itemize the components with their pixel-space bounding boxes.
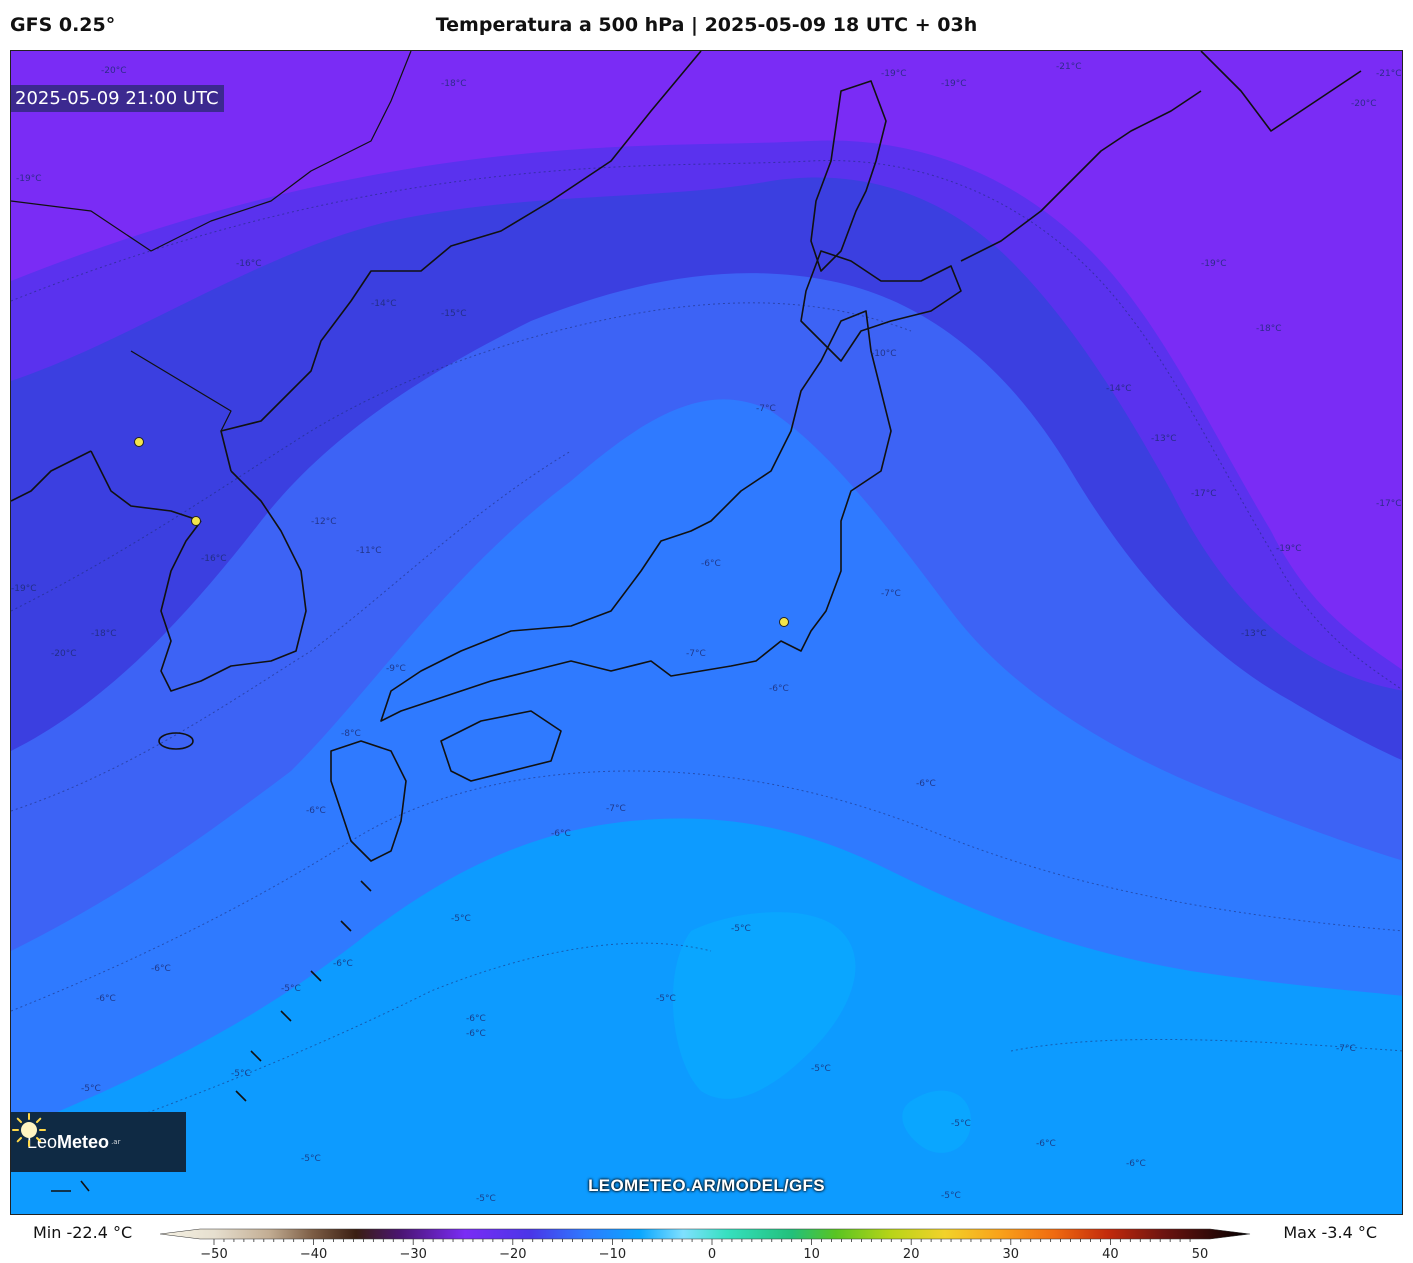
- contour-label: -5°C: [731, 924, 751, 934]
- contour-label: -11°C: [356, 546, 381, 556]
- contour-label: -5°C: [656, 994, 676, 1004]
- contour-label: -20°C: [101, 66, 126, 76]
- scale-tick-label: 40: [1102, 1247, 1119, 1262]
- color-scale: −50 −40 −30 −20 −10 0 10 20 30 40 50: [160, 1228, 1251, 1262]
- contour-label: -6°C: [769, 684, 789, 694]
- contour-label: -10°C: [871, 349, 896, 359]
- contour-label: -17°C: [1191, 489, 1216, 499]
- contour-label: -5°C: [451, 914, 471, 924]
- contour-label: -18°C: [1256, 324, 1281, 334]
- contour-label: -16°C: [201, 554, 226, 564]
- scale-tick-label: −50: [200, 1247, 227, 1262]
- city-marker[interactable]: [779, 617, 789, 627]
- contour-label: -14°C: [371, 299, 396, 309]
- color-bar: [160, 1228, 1251, 1240]
- contour-label: -6°C: [466, 1029, 486, 1039]
- contour-label: -18°C: [91, 629, 116, 639]
- contour-label: -19°C: [16, 174, 41, 184]
- legend-min: Min -22.4 °C: [33, 1223, 133, 1242]
- scale-tick-label: 20: [903, 1247, 920, 1262]
- contour-label: -5°C: [281, 984, 301, 994]
- contour-label: -21°C: [1376, 69, 1401, 79]
- legend-max: Max -3.4 °C: [1283, 1223, 1377, 1242]
- contour-label: -7°C: [756, 404, 776, 414]
- contour-label: -19°C: [1201, 259, 1226, 269]
- contour-label: -17°C: [1376, 499, 1401, 509]
- contour-label: -6°C: [151, 964, 171, 974]
- contour-label: -15°C: [441, 309, 466, 319]
- city-marker[interactable]: [134, 437, 144, 447]
- temperature-map[interactable]: -20°C -18°C -19°C -19°C -21°C -21°C -20°…: [10, 50, 1403, 1215]
- contour-label: -5°C: [301, 1154, 321, 1164]
- scale-tick-label: 0: [708, 1247, 716, 1262]
- contour-label: -19°C: [941, 79, 966, 89]
- contour-label: -7°C: [686, 649, 706, 659]
- contour-label: -9°C: [386, 664, 406, 674]
- website-watermark: LEOMETEO.AR/MODEL/GFS: [588, 1176, 825, 1195]
- scale-tick-label: 10: [803, 1247, 820, 1262]
- contour-label: -6°C: [466, 1014, 486, 1024]
- valid-time-badge: 2025-05-09 21:00 UTC: [11, 85, 224, 112]
- contour-label: -6°C: [701, 559, 721, 569]
- city-marker[interactable]: [191, 516, 201, 526]
- contour-label: -5°C: [81, 1084, 101, 1094]
- contour-label: -6°C: [333, 959, 353, 969]
- page-title: Temperatura a 500 hPa | 2025-05-09 18 UT…: [435, 14, 978, 36]
- scale-tick-label: 50: [1192, 1247, 1209, 1262]
- contour-label: -8°C: [341, 729, 361, 739]
- contour-label: -6°C: [1036, 1139, 1056, 1149]
- contour-label: -18°C: [441, 79, 466, 89]
- contour-label: -6°C: [551, 829, 571, 839]
- logo-tld: .ar: [111, 1138, 121, 1146]
- contour-label: -13°C: [1241, 629, 1266, 639]
- contour-label: -13°C: [1151, 434, 1176, 444]
- contour-label: -19°C: [881, 69, 906, 79]
- contour-label: -7°C: [1336, 1044, 1356, 1054]
- contour-label: -6°C: [306, 806, 326, 816]
- contour-label: -21°C: [1056, 62, 1081, 72]
- scale-tick-label: 30: [1003, 1247, 1020, 1262]
- contour-label: -7°C: [606, 804, 626, 814]
- contour-label: -16°C: [236, 259, 261, 269]
- scale-tick-label: −40: [300, 1247, 327, 1262]
- scale-tick-label: −10: [599, 1247, 626, 1262]
- contour-label: -19°C: [11, 584, 36, 594]
- contour-label: -6°C: [916, 779, 936, 789]
- scale-tick-label: −20: [499, 1247, 526, 1262]
- temperature-field: -20°C -18°C -19°C -19°C -21°C -21°C -20°…: [11, 51, 1402, 1214]
- contour-label: -20°C: [51, 649, 76, 659]
- contour-label: -12°C: [311, 517, 336, 527]
- sun-icon: [12, 1113, 46, 1147]
- leometeo-logo[interactable]: LeoMeteo .ar: [11, 1112, 186, 1172]
- contour-label: -5°C: [811, 1064, 831, 1074]
- contour-label: -5°C: [231, 1069, 251, 1079]
- contour-label: -6°C: [96, 994, 116, 1004]
- contour-label: -19°C: [1276, 544, 1301, 554]
- contour-label: -7°C: [881, 589, 901, 599]
- scale-tick-label: −30: [399, 1247, 426, 1262]
- contour-label: -14°C: [1106, 384, 1131, 394]
- contour-label: -20°C: [1351, 99, 1376, 109]
- contour-label: -6°C: [1126, 1159, 1146, 1169]
- contour-label: -5°C: [951, 1119, 971, 1129]
